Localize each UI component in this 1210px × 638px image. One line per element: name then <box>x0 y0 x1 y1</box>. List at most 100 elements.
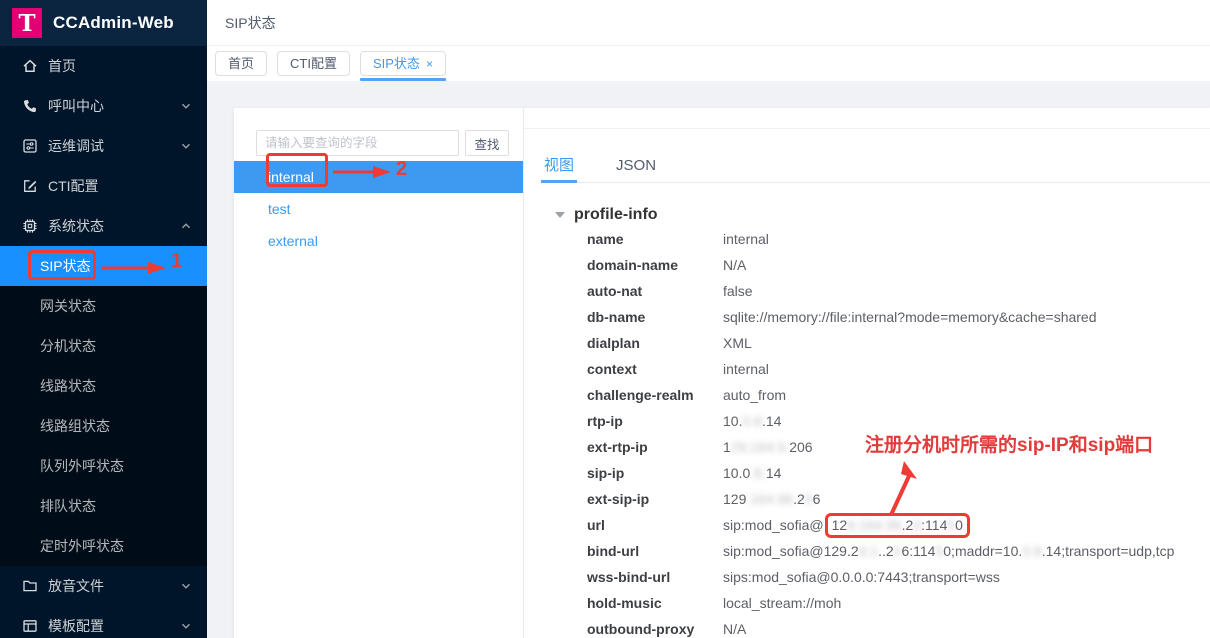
value-text: 12 <box>832 517 848 533</box>
value-text: .2 <box>793 491 805 507</box>
caret-down-icon[interactable] <box>555 212 565 218</box>
field-label: ext-rtp-ip <box>587 439 723 455</box>
sidebar-item-template-config[interactable]: 模板配置 <box>0 606 207 638</box>
content-area: 查找 internaltestexternal 视图 JSON profile- <box>207 81 1210 638</box>
field-value: N/A <box>723 621 746 637</box>
value-text: sips:mod_sofia@0.0.0.0:7443;transport=ws… <box>723 569 1000 585</box>
redacted-text: .164.96 <box>746 491 793 507</box>
value-text: N/A <box>723 621 746 637</box>
edit-icon <box>22 178 38 194</box>
home-icon <box>22 58 38 74</box>
value-text: sip:mod_sofia@129.2 <box>723 543 859 559</box>
field-label: name <box>587 231 723 247</box>
sidebar-item-label: CTI配置 <box>48 176 191 196</box>
sidebar-item-sip-status[interactable]: SIP状态 <box>0 246 207 286</box>
sidebar-item-ops-debug[interactable]: 运维调试 <box>0 126 207 166</box>
sidebar-item-label: 模板配置 <box>48 616 181 636</box>
tree-row-wss-bind-url: wss-bind-urlsips:mod_sofia@0.0.0.0:7443;… <box>524 564 1210 590</box>
sidebar-item-gateway-status[interactable]: 网关状态 <box>0 286 207 326</box>
sidebar-item-queue-outbound-status[interactable]: 队列外呼状态 <box>0 446 207 486</box>
sidebar-item-home[interactable]: 首页 <box>0 46 207 86</box>
value-text: auto_from <box>723 387 786 403</box>
chevron-down-icon <box>181 141 191 151</box>
value-text: sip:mod_sofia@ <box>723 517 824 533</box>
main-area: SIP状态 首页 CTI配置 SIP状态× 查找 internaltestext… <box>207 0 1210 638</box>
field-label: bind-url <box>587 543 723 559</box>
close-icon[interactable]: × <box>426 57 433 71</box>
redacted-text: 5 <box>947 517 955 533</box>
tab-cti-config[interactable]: CTI配置 <box>277 51 350 76</box>
tab-home[interactable]: 首页 <box>215 51 267 76</box>
sidebar: T CCAdmin-Web 首页呼叫中心运维调试CTI配置系统状态SIP状态网关… <box>0 0 207 638</box>
field-label: url <box>587 517 723 533</box>
field-value: sip:mod_sofia@129.164.96.20:11450 <box>723 513 970 538</box>
value-text: internal <box>723 361 769 377</box>
field-value: sip:mod_sofia@129.29.1..206:11450;maddr=… <box>723 543 1174 559</box>
tree-row-outbound-proxy: outbound-proxyN/A <box>524 616 1210 638</box>
search-button[interactable]: 查找 <box>465 130 509 156</box>
tree-row-hold-music: hold-musiclocal_stream://moh <box>524 590 1210 616</box>
value-text: 6 <box>813 491 821 507</box>
sidebar-item-line-group-status[interactable]: 线路组状态 <box>0 406 207 446</box>
profile-item-test[interactable]: test <box>234 193 523 225</box>
tree-root-node[interactable]: profile-info <box>524 204 1210 226</box>
sidebar-item-label: 定时外呼状态 <box>40 536 191 556</box>
redacted-text: 0.8 <box>1022 543 1041 559</box>
value-text: local_stream://moh <box>723 595 841 611</box>
tree-row-context: contextinternal <box>524 356 1210 382</box>
tree-row-auto-nat: auto-natfalse <box>524 278 1210 304</box>
sidebar-item-extension-status[interactable]: 分机状态 <box>0 326 207 366</box>
sidebar-item-label: 运维调试 <box>48 136 181 156</box>
field-label: hold-music <box>587 595 723 611</box>
value-text: sqlite://memory://file:internal?mode=mem… <box>723 309 1097 325</box>
field-value: auto_from <box>723 387 786 403</box>
field-label: auto-nat <box>587 283 723 299</box>
redacted-text: .8. <box>750 465 766 481</box>
profile-item-internal[interactable]: internal <box>234 161 523 193</box>
field-value: 10.0.8.14 <box>723 465 781 481</box>
app-window: T CCAdmin-Web 首页呼叫中心运维调试CTI配置系统状态SIP状态网关… <box>0 0 1210 638</box>
redacted-text: 0 <box>805 491 813 507</box>
sidebar-item-call-center[interactable]: 呼叫中心 <box>0 86 207 126</box>
field-value: internal <box>723 231 769 247</box>
search-input[interactable] <box>256 130 459 156</box>
sidebar-item-line-status[interactable]: 线路状态 <box>0 366 207 406</box>
profile-item-external[interactable]: external <box>234 225 523 257</box>
field-label: context <box>587 361 723 377</box>
redacted-text: 0.8 <box>742 413 761 429</box>
value-text: 206 <box>789 439 812 455</box>
folder-icon <box>22 578 38 594</box>
tree-row-ext-sip-ip: ext-sip-ip129.164.96.206 <box>524 486 1210 512</box>
detail-tabstrip: 视图 JSON <box>541 152 1210 183</box>
sip-status-card: 查找 internaltestexternal 视图 JSON profile- <box>234 108 1210 638</box>
field-value: 129.164.96.206 <box>723 491 820 507</box>
field-value: internal <box>723 361 769 377</box>
value-text: 1 <box>723 439 731 455</box>
sidebar-item-system-status[interactable]: 系统状态 <box>0 206 207 246</box>
panel-divider <box>524 128 1210 129</box>
value-text: XML <box>723 335 752 351</box>
tree-row-bind-url: bind-urlsip:mod_sofia@129.29.1..206:1145… <box>524 538 1210 564</box>
field-label: rtp-ip <box>587 413 723 429</box>
field-label: db-name <box>587 309 723 325</box>
chevron-down-icon <box>181 581 191 591</box>
topbar: SIP状态 <box>207 0 1210 46</box>
redacted-text: 0 <box>894 543 902 559</box>
value-text: 6:114 <box>901 543 935 559</box>
tree-row-dialplan: dialplanXML <box>524 330 1210 356</box>
sidebar-item-cti-config[interactable]: CTI配置 <box>0 166 207 206</box>
sidebar-item-audio-files[interactable]: 放音文件 <box>0 566 207 606</box>
redacted-text: 5 <box>935 543 943 559</box>
sidebar-item-label: 放音文件 <box>48 576 181 596</box>
sidebar-item-scheduled-outbound-status[interactable]: 定时外呼状态 <box>0 526 207 566</box>
tab-sip-status[interactable]: SIP状态× <box>360 51 446 76</box>
tab-view[interactable]: 视图 <box>541 152 577 182</box>
profile-list-panel: 查找 internaltestexternal <box>234 108 524 638</box>
redacted-text: 29.164.9. <box>731 439 789 455</box>
field-value: XML <box>723 335 752 351</box>
field-value: sqlite://memory://file:internal?mode=mem… <box>723 309 1097 325</box>
sidebar-item-queuing-status[interactable]: 排队状态 <box>0 486 207 526</box>
profile-detail-panel: 视图 JSON profile-info nameinternaldomain-… <box>524 108 1210 638</box>
value-text: 0 <box>955 517 963 533</box>
tab-json[interactable]: JSON <box>613 152 659 182</box>
